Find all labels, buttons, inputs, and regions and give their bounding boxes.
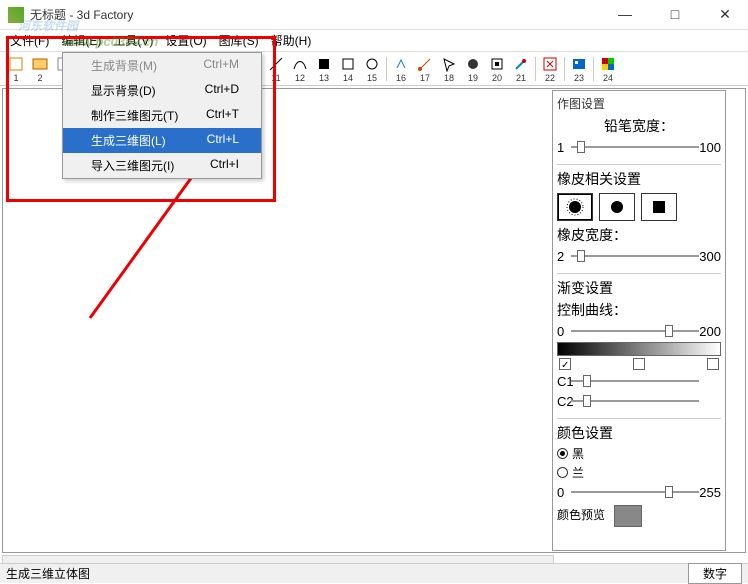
status-num: 数字 <box>688 563 742 584</box>
eraser-shape-3[interactable] <box>641 193 677 221</box>
minimize-button[interactable]: — <box>610 6 640 23</box>
tool-18[interactable]: 18 <box>437 54 461 83</box>
panel-title: 作图设置 <box>557 95 721 112</box>
menu-edit[interactable]: 编辑(E) <box>55 30 107 51</box>
tool-13[interactable]: 13 <box>312 54 336 83</box>
eraser-shape-1[interactable] <box>557 193 593 221</box>
tool-22[interactable]: 22 <box>538 54 562 83</box>
tool-11[interactable]: 11 <box>264 54 288 83</box>
app-icon <box>8 7 24 23</box>
tools-dropdown: 生成背景(M)Ctrl+M 显示背景(D)Ctrl+D 制作三维图元(T)Ctr… <box>62 52 262 179</box>
color-black[interactable]: 黑 <box>557 445 721 462</box>
menu-make-3d-elem[interactable]: 制作三维图元(T)Ctrl+T <box>63 103 261 128</box>
c2-slider[interactable]: C2 <box>557 392 721 410</box>
menu-gen-bg[interactable]: 生成背景(M)Ctrl+M <box>63 53 261 78</box>
tool-2[interactable]: 2 <box>28 54 52 83</box>
pencil-width-slider[interactable]: 1 100 <box>557 138 721 156</box>
window-title: 无标题 - 3d Factory <box>30 6 610 23</box>
color-preview-swatch <box>614 505 642 527</box>
tool-21[interactable]: 21 <box>509 54 533 83</box>
menu-file[interactable]: 文件(F) <box>4 30 55 51</box>
eraser-shape-2[interactable] <box>599 193 635 221</box>
menu-help[interactable]: 帮助(H) <box>265 30 318 51</box>
eraser-width-label: 橡皮宽度： <box>557 225 721 245</box>
tool-17[interactable]: 17 <box>413 54 437 83</box>
status-text: 生成三维立体图 <box>6 565 90 582</box>
tool-20[interactable]: 20 <box>485 54 509 83</box>
tool-14[interactable]: 14 <box>336 54 360 83</box>
tool-24[interactable]: 24 <box>596 54 620 83</box>
grad-chk-1[interactable] <box>559 358 571 370</box>
maximize-button[interactable]: □ <box>660 6 690 23</box>
grad-chk-2[interactable] <box>633 358 645 370</box>
tool-19[interactable]: 19 <box>461 54 485 83</box>
pencil-width-label: 铅笔宽度： <box>557 116 721 136</box>
grad-chk-3[interactable] <box>707 358 719 370</box>
menu-gen-3d[interactable]: 生成三维图(L)Ctrl+L <box>63 128 261 153</box>
menu-settings[interactable]: 设置(O) <box>159 30 212 51</box>
settings-panel: 作图设置 铅笔宽度： 1 100 橡皮相关设置 橡皮宽度： 2 300 渐变设置… <box>552 90 726 551</box>
menu-tools[interactable]: 工具(V) <box>107 30 159 51</box>
color-title: 颜色设置 <box>557 423 721 443</box>
tool-16[interactable]: 16 <box>389 54 413 83</box>
color-slider[interactable]: 0 255 <box>557 483 721 501</box>
eraser-width-slider[interactable]: 2 300 <box>557 247 721 265</box>
tool-15[interactable]: 15 <box>360 54 384 83</box>
color-blue[interactable]: 兰 <box>557 464 721 481</box>
eraser-title: 橡皮相关设置 <box>557 169 721 189</box>
gradient-title: 渐变设置 <box>557 278 721 298</box>
menu-show-bg[interactable]: 显示背景(D)Ctrl+D <box>63 78 261 103</box>
color-preview-label: 颜色预览 <box>557 508 605 522</box>
tool-12[interactable]: 12 <box>288 54 312 83</box>
gradient-preview <box>557 342 721 356</box>
tool-1[interactable]: 1 <box>4 54 28 83</box>
curve-slider[interactable]: 0 200 <box>557 322 721 340</box>
menu-library[interactable]: 图库(S) <box>213 30 265 51</box>
tool-23[interactable]: 23 <box>567 54 591 83</box>
menubar: 文件(F) 编辑(E) 工具(V) 设置(O) 图库(S) 帮助(H) <box>0 30 748 52</box>
c1-slider[interactable]: C1 <box>557 372 721 390</box>
close-button[interactable]: ✕ <box>710 6 740 23</box>
menu-import-3d[interactable]: 导入三维图元(I)Ctrl+I <box>63 153 261 178</box>
curve-label: 控制曲线： <box>557 300 721 320</box>
